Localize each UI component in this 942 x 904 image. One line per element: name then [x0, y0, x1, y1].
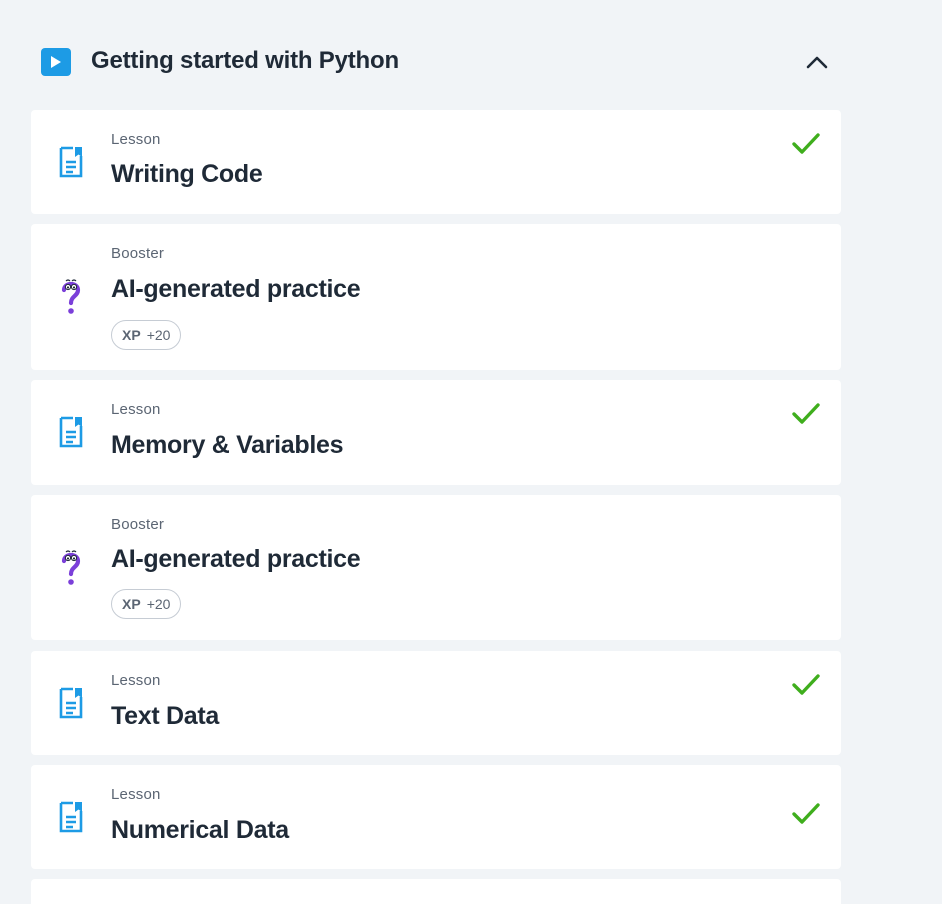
item-title[interactable]: AI-generated practice: [111, 545, 361, 574]
xp-badge: XP +20: [111, 320, 182, 350]
play-icon: [41, 48, 71, 76]
lesson-document-icon: [55, 142, 87, 182]
checkmark-icon: [792, 403, 820, 424]
lesson-card[interactable]: Lesson Writing Code: [31, 110, 841, 214]
lesson-card[interactable]: Lesson Text Data: [31, 651, 841, 755]
booster-card[interactable]: Booster AI-generated practice XP +20: [31, 495, 841, 640]
lesson-document-icon: [55, 683, 87, 723]
item-kind: Booster: [111, 245, 165, 262]
lesson-document-icon: [55, 412, 87, 452]
checkmark-icon: [792, 803, 820, 824]
checkmark-icon: [792, 674, 820, 695]
item-kind: Booster: [111, 516, 165, 533]
course-section: Getting started with Python Lesson Writi…: [0, 0, 942, 904]
lesson-card[interactable]: Lesson Memory & Variables: [31, 380, 841, 485]
item-title[interactable]: AI-generated practice: [111, 275, 361, 304]
xp-badge: XP +20: [111, 589, 182, 619]
question-mark-booster-icon: [55, 276, 87, 316]
item-kind: Lesson: [111, 786, 161, 803]
item-title[interactable]: Text Data: [111, 702, 219, 731]
xp-value: +20: [146, 327, 171, 343]
lesson-document-icon: [55, 797, 87, 837]
chevron-up-icon[interactable]: [802, 48, 832, 76]
lesson-card[interactable]: Lesson Numerical Data: [31, 765, 841, 869]
xp-value: +20: [146, 596, 171, 612]
item-title[interactable]: Memory & Variables: [111, 431, 344, 460]
item-title[interactable]: Numerical Data: [111, 816, 289, 845]
item-kind: Lesson: [111, 672, 161, 689]
lesson-card[interactable]: [31, 879, 841, 904]
section-title: Getting started with Python: [91, 47, 399, 74]
question-mark-booster-icon: [55, 547, 87, 587]
item-kind: Lesson: [111, 131, 161, 148]
item-kind: Lesson: [111, 401, 161, 418]
section-header[interactable]: Getting started with Python: [31, 40, 841, 84]
xp-label: XP: [122, 327, 141, 343]
checkmark-icon: [792, 133, 820, 154]
booster-card[interactable]: Booster AI-generated practice XP +20: [31, 224, 841, 370]
xp-label: XP: [122, 596, 141, 612]
item-title[interactable]: Writing Code: [111, 160, 263, 189]
